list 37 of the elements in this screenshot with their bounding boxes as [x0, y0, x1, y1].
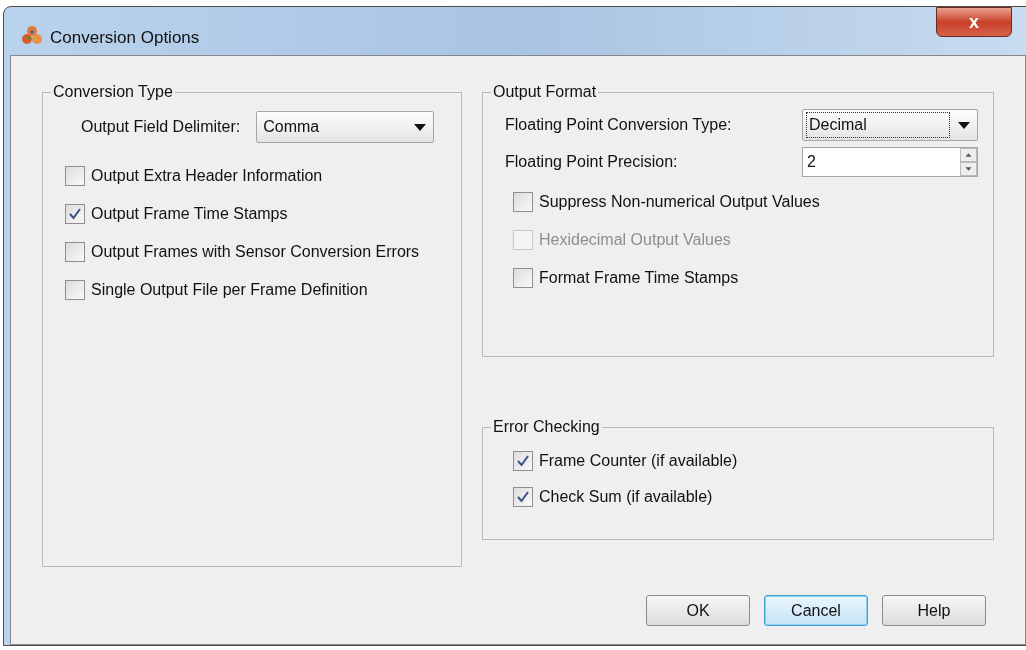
- checkbox-label: Output Extra Header Information: [91, 166, 323, 186]
- checkbox[interactable]: [513, 192, 533, 212]
- checkbox-label: Check Sum (if available): [539, 487, 713, 507]
- checkbox-label: Output Frames with Sensor Conversion Errors: [91, 242, 420, 262]
- caret-icon: [414, 123, 427, 131]
- dropdown[interactable]: Comma: [256, 111, 435, 143]
- checkbox[interactable]: [65, 204, 85, 224]
- field-label: Output Field Delimiter:: [81, 117, 241, 137]
- checkbox[interactable]: [65, 280, 85, 300]
- checkbox[interactable]: [513, 451, 533, 471]
- dropdown[interactable]: Decimal: [802, 109, 978, 141]
- dialog-button[interactable]: OK: [646, 595, 750, 626]
- checkbox[interactable]: [65, 166, 85, 186]
- group-title: Error Checking: [491, 417, 602, 437]
- dropdown-value: Decimal: [806, 112, 950, 138]
- dialog-button[interactable]: Cancel: [764, 595, 868, 626]
- checkbox-label: Single Output File per Frame Definition: [91, 280, 368, 300]
- checkbox-label: Hexidecimal Output Values: [539, 230, 731, 250]
- field-label: Floating Point Precision:: [505, 152, 679, 172]
- dropdown-value: Comma: [262, 117, 321, 137]
- checkbox-label: Format Frame Time Stamps: [539, 268, 739, 288]
- close-button[interactable]: x: [936, 7, 1012, 37]
- field-label: Floating Point Conversion Type:: [505, 115, 733, 135]
- group-title: Output Format: [491, 82, 599, 102]
- checkbox[interactable]: [65, 242, 85, 262]
- checkbox-label: Frame Counter (if available): [539, 451, 738, 471]
- checkbox[interactable]: [513, 487, 533, 507]
- window-title: Conversion Options: [50, 27, 200, 49]
- number-spinner[interactable]: 2: [802, 147, 978, 177]
- group-title: Conversion Type: [51, 82, 175, 102]
- checkbox-label: Output Frame Time Stamps: [91, 204, 288, 224]
- checkbox-label: Suppress Non-numerical Output Values: [539, 192, 820, 212]
- dialog-button[interactable]: Help: [882, 595, 986, 626]
- spinner-value: 2: [807, 152, 817, 172]
- checkbox[interactable]: [513, 268, 533, 288]
- caret-icon: [958, 121, 970, 129]
- app-icon: [22, 25, 42, 45]
